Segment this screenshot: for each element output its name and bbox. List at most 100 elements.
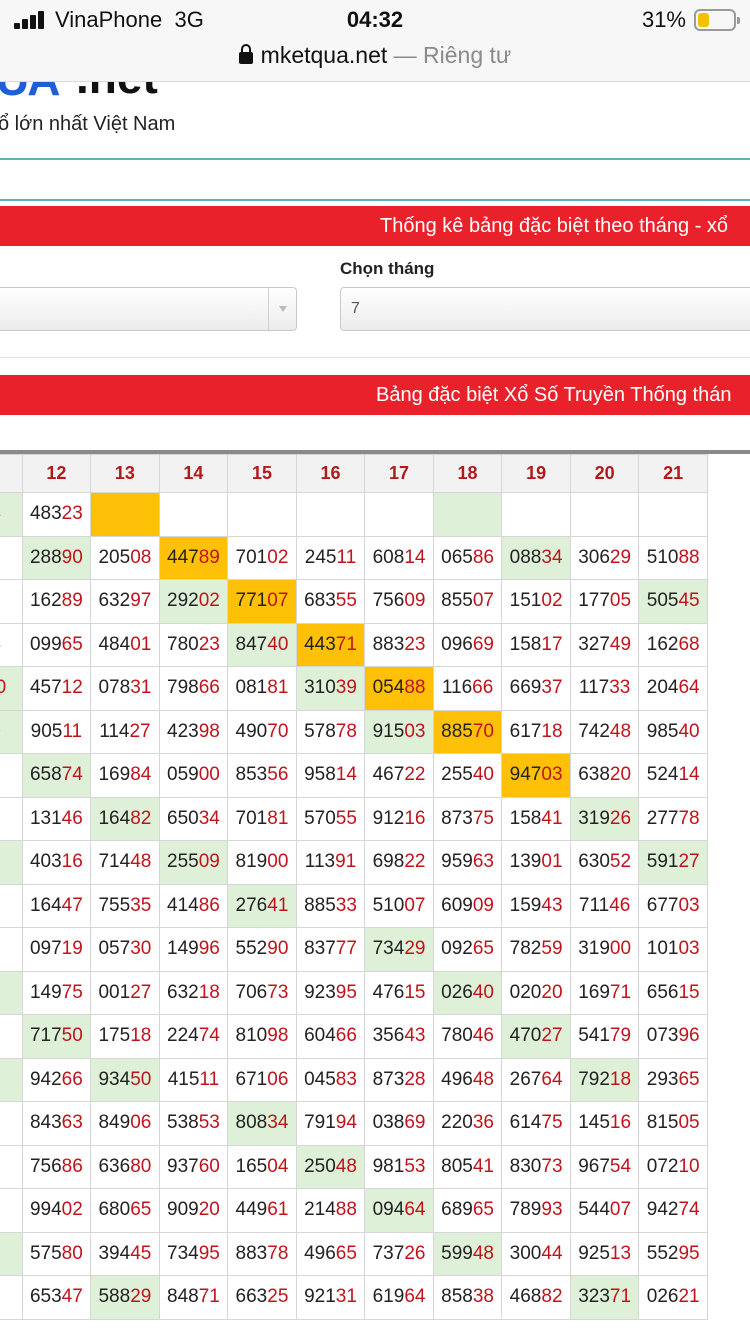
number-head: 541 [578, 1025, 610, 1047]
number-tail: 65 [472, 938, 494, 960]
number-tail: 94 [0, 503, 1, 524]
number-head: 205 [98, 546, 131, 568]
result-cell: 22036 [432, 1101, 503, 1146]
number-tail: 63 [472, 851, 494, 873]
number-head: 791 [304, 1112, 336, 1134]
number-tail: 54 [0, 634, 1, 655]
number-tail: 78 [678, 807, 700, 829]
special-prize-table[interactable]: 1112131415161718192021 94483231628890205… [0, 450, 750, 1334]
number-head: 026 [441, 981, 473, 1003]
number-tail: 79 [609, 1025, 632, 1047]
year-select[interactable] [0, 287, 297, 331]
number-tail: 84 [130, 764, 152, 786]
number-tail: 90 [267, 938, 289, 960]
private-label: — Riêng tư [393, 42, 512, 68]
result-cell: 88378 [227, 1231, 297, 1276]
number-tail: 03 [404, 720, 426, 742]
number-tail: 82 [130, 807, 152, 829]
number-tail: 15 [678, 981, 700, 1003]
number-tail: 86 [61, 1155, 83, 1177]
number-head: 609 [441, 894, 473, 916]
number-tail: 96 [678, 1025, 700, 1047]
number-tail: 40 [472, 981, 494, 1003]
result-cell: 35643 [364, 1014, 434, 1059]
result-cell: 90 [0, 709, 23, 754]
number-tail: 71 [198, 1286, 220, 1308]
number-head: 310 [304, 677, 336, 699]
result-cell: 24511 [295, 535, 366, 580]
result-cell: 00127 [90, 970, 160, 1015]
number-tail: 90 [0, 721, 1, 742]
number-head: 805 [441, 1155, 473, 1177]
result-cell: 60909 [432, 883, 503, 928]
number-tail: 16 [0, 547, 1, 568]
number-head: 169 [578, 981, 610, 1003]
number-tail: 22 [0, 1286, 1, 1307]
result-cell: 09 [0, 753, 23, 798]
number-head: 701 [235, 546, 268, 568]
number-tail: 05 [678, 1112, 700, 1134]
number-tail: 18 [130, 1025, 152, 1047]
result-cell: 91503 [364, 709, 434, 754]
number-head: 159 [509, 894, 542, 916]
site-logo[interactable]: UA .net [0, 82, 196, 104]
result-cell: 45 [0, 1188, 23, 1233]
number-head: 415 [167, 1068, 200, 1090]
number-tail: 23 [0, 1112, 1, 1133]
result-cell: 51007 [364, 883, 434, 928]
number-head: 470 [509, 1025, 542, 1047]
result-cell: 71146 [569, 883, 640, 928]
number-tail: 41 [472, 1155, 494, 1177]
result-cell: 05488 [364, 666, 434, 711]
number-tail: 89 [61, 590, 83, 612]
number-head: 162 [29, 590, 62, 612]
result-cell: 85838 [432, 1275, 503, 1320]
result-cell: 95814 [295, 753, 366, 798]
number-tail: 02 [198, 590, 220, 612]
result-cell: 81098 [227, 1014, 297, 1059]
result-cell: 58829 [90, 1275, 160, 1320]
number-head: 599 [441, 1242, 473, 1264]
number-tail: 29 [404, 938, 426, 960]
number-tail: 81 [267, 677, 289, 699]
result-cell: 96754 [569, 1144, 640, 1189]
number-tail: 48 [472, 1242, 494, 1264]
number-tail: 65 [678, 1068, 700, 1090]
table-row: 4871750175182247481098604663564378046470… [0, 1014, 708, 1059]
table-row: 9657580394457349588378496657372659948300… [0, 1231, 708, 1276]
result-cell: 46722 [364, 753, 434, 798]
number-head: 099 [29, 633, 62, 655]
number-head: 981 [372, 1155, 405, 1177]
number-tail: 02 [61, 1199, 83, 1221]
result-cell: 99402 [21, 1188, 92, 1233]
result-cell: 65034 [158, 796, 229, 841]
result-cell: 83777 [295, 927, 366, 972]
result-cell: 94266 [21, 1057, 92, 1102]
number-tail: 00 [267, 851, 289, 873]
number-tail: 74 [198, 1025, 220, 1047]
month-select[interactable]: 7 [340, 287, 750, 331]
result-cell: 16447 [21, 883, 92, 928]
result-cell: 69822 [364, 840, 434, 885]
result-cell: 48 [0, 1014, 23, 1059]
result-cell: 05900 [158, 753, 229, 798]
address-bar[interactable]: mketqua.net — Riêng tư [0, 40, 750, 82]
number-head: 714 [98, 851, 131, 873]
number-head: 756 [29, 1155, 62, 1177]
number-tail: 23 [404, 633, 426, 655]
result-cell: 83073 [501, 1144, 571, 1189]
number-tail: 22 [404, 851, 426, 873]
result-cell: 47027 [501, 1014, 571, 1059]
battery-percent: 31% [641, 7, 686, 32]
number-head: 158 [509, 807, 542, 829]
number-head: 819 [235, 851, 268, 873]
table-row: 9090511114274239849070578789150388570617… [0, 709, 708, 754]
number-head: 072 [646, 1155, 679, 1177]
number-tail: 00 [198, 764, 220, 786]
result-cell: 26764 [501, 1057, 571, 1102]
number-tail: 29 [130, 1286, 152, 1308]
result-cell: 95963 [432, 840, 503, 885]
number-tail: 01 [541, 851, 563, 873]
number-tail: 11 [336, 546, 357, 568]
number-head: 073 [646, 1025, 679, 1047]
